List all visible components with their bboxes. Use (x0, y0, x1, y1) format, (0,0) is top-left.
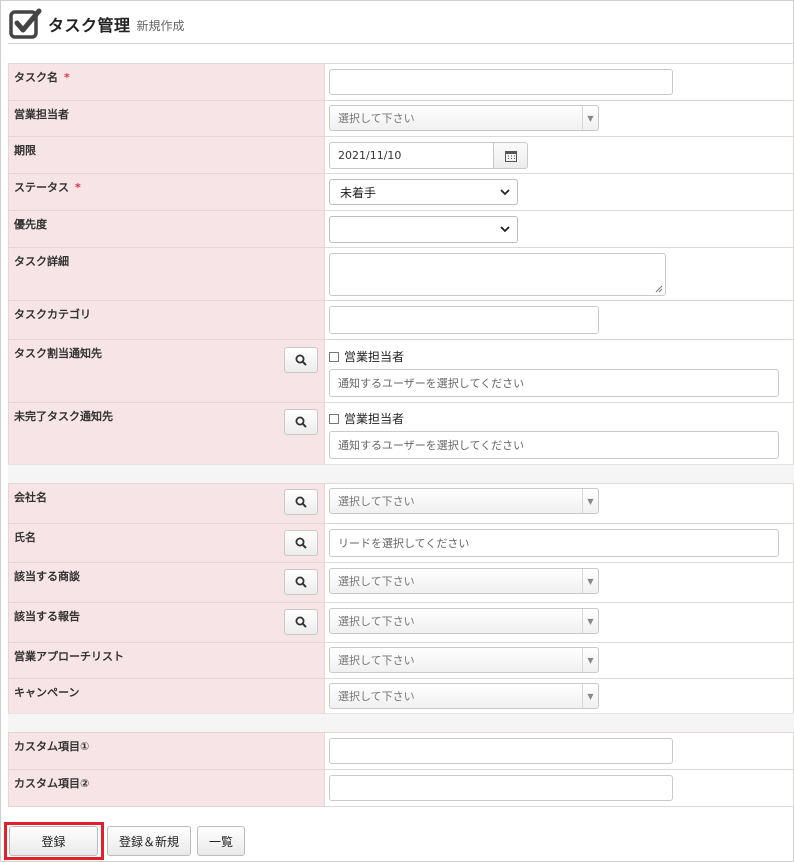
label-task-category: タスクカテゴリ (8, 300, 325, 340)
task-detail-textarea[interactable] (329, 253, 666, 296)
deal-select[interactable]: 選択して下さい ▼ (329, 568, 599, 594)
dropdown-arrow-icon: ▼ (582, 106, 598, 130)
deal-search-button[interactable] (284, 569, 318, 595)
task-category-input[interactable] (329, 306, 599, 334)
chevron-down-icon (500, 189, 510, 196)
relation-section: 会社名 選択して下さい ▼ 氏名 リードを選択してください 該当する商談 選択して… (8, 483, 794, 715)
list-button[interactable]: 一覧 (197, 826, 245, 856)
header-divider (8, 43, 794, 44)
incomplete-notify-checkbox[interactable]: 営業担当者 (329, 410, 404, 427)
sales-rep-select[interactable]: 選択して下さい ▼ (329, 105, 599, 131)
dropdown-arrow-icon: ▼ (582, 684, 598, 708)
label-deadline: 期限 (8, 136, 325, 174)
label-custom1: カスタム項目① (8, 732, 325, 770)
search-icon (295, 537, 307, 549)
row-deadline: 期限 2021/11/10 (8, 136, 794, 174)
label-priority: 優先度 (8, 210, 325, 248)
search-icon (295, 416, 307, 428)
checkbox[interactable] (329, 351, 339, 362)
row-task-category: タスクカテゴリ (8, 300, 794, 340)
deadline-input[interactable]: 2021/11/10 (329, 142, 494, 169)
dropdown-arrow-icon: ▼ (582, 609, 598, 633)
incomplete-notify-input[interactable]: 通知するユーザーを選択してください (329, 431, 779, 459)
section-separator (8, 464, 794, 484)
assign-notify-search-button[interactable] (284, 347, 318, 373)
dropdown-arrow-icon: ▼ (582, 569, 598, 593)
campaign-select[interactable]: 選択して下さい ▼ (329, 683, 599, 709)
task-section: タスク名 * 営業担当者 選択して下さい ▼ 期限 2021/11/10 ステータス… (8, 63, 794, 466)
dropdown-arrow-icon: ▼ (582, 489, 598, 513)
search-icon (295, 576, 307, 588)
row-task-name: タスク名 * (8, 63, 794, 101)
custom-section: カスタム項目① カスタム項目② (8, 732, 794, 807)
custom2-input[interactable] (329, 775, 673, 801)
row-report: 該当する報告 選択して下さい ▼ (8, 602, 794, 643)
row-deal: 該当する商談 選択して下さい ▼ (8, 562, 794, 603)
status-select[interactable]: 未着手 (329, 179, 518, 205)
report-select[interactable]: 選択して下さい ▼ (329, 608, 599, 634)
task-name-input[interactable] (329, 69, 673, 95)
row-sales-rep: 営業担当者 選択して下さい ▼ (8, 100, 794, 137)
priority-select[interactable] (329, 216, 518, 243)
label-report: 該当する報告 (8, 602, 325, 643)
person-name-input[interactable]: リードを選択してください (329, 529, 779, 557)
page-header: タスク管理 新規作成 (8, 6, 185, 42)
row-incomplete-notify: 未完了タスク通知先 営業担当者 通知するユーザーを選択してください (8, 402, 794, 466)
label-task-name: タスク名 * (8, 63, 325, 101)
calendar-button[interactable] (493, 142, 528, 169)
row-person-name: 氏名 リードを選択してください (8, 523, 794, 563)
checkbox[interactable] (329, 413, 339, 424)
custom1-input[interactable] (329, 738, 673, 764)
row-assign-notify: タスク割当通知先 営業担当者 通知するユーザーを選択してください (8, 339, 794, 403)
row-priority: 優先度 (8, 210, 794, 248)
label-custom2: カスタム項目② (8, 769, 325, 807)
company-select[interactable]: 選択して下さい ▼ (329, 488, 599, 514)
label-status: ステータス * (8, 173, 325, 211)
label-company: 会社名 (8, 483, 325, 524)
register-button[interactable]: 登録 (9, 826, 98, 856)
row-approach-list: 営業アプローチリスト 選択して下さい ▼ (8, 642, 794, 679)
required-mark: * (64, 71, 70, 84)
page-subtitle: 新規作成 (136, 18, 185, 33)
row-custom1: カスタム項目① (8, 732, 794, 770)
row-company: 会社名 選択して下さい ▼ (8, 483, 794, 524)
required-mark: * (75, 181, 81, 194)
dropdown-arrow-icon: ▼ (582, 648, 598, 672)
label-person-name: 氏名 (8, 523, 325, 563)
row-campaign: キャンペーン 選択して下さい ▼ (8, 678, 794, 715)
approach-list-select[interactable]: 選択して下さい ▼ (329, 647, 599, 673)
row-status: ステータス * 未着手 (8, 173, 794, 211)
label-assign-notify: タスク割当通知先 (8, 339, 325, 403)
resize-grip-icon[interactable] (655, 285, 663, 293)
label-sales-rep: 営業担当者 (8, 100, 325, 137)
assign-notify-input[interactable]: 通知するユーザーを選択してください (329, 369, 779, 397)
incomplete-notify-search-button[interactable] (284, 409, 318, 435)
label-campaign: キャンペーン (8, 678, 325, 715)
label-incomplete-notify: 未完了タスク通知先 (8, 402, 325, 466)
assign-notify-checkbox[interactable]: 営業担当者 (329, 348, 404, 365)
company-search-button[interactable] (284, 489, 318, 515)
page-title: タスク管理 (48, 16, 131, 35)
label-deal: 該当する商談 (8, 562, 325, 603)
person-name-search-button[interactable] (284, 530, 318, 556)
search-icon (295, 496, 307, 508)
row-task-detail: タスク詳細 (8, 247, 794, 301)
chevron-down-icon (500, 226, 510, 233)
register-new-button[interactable]: 登録＆新規 (107, 826, 191, 856)
checkbox-logo-icon (8, 7, 42, 41)
row-custom2: カスタム項目② (8, 769, 794, 807)
search-icon (295, 354, 307, 366)
calendar-icon (504, 150, 517, 162)
label-approach-list: 営業アプローチリスト (8, 642, 325, 679)
section-separator (8, 713, 794, 733)
label-task-detail: タスク詳細 (8, 247, 325, 301)
search-icon (295, 616, 307, 628)
report-search-button[interactable] (284, 609, 318, 635)
